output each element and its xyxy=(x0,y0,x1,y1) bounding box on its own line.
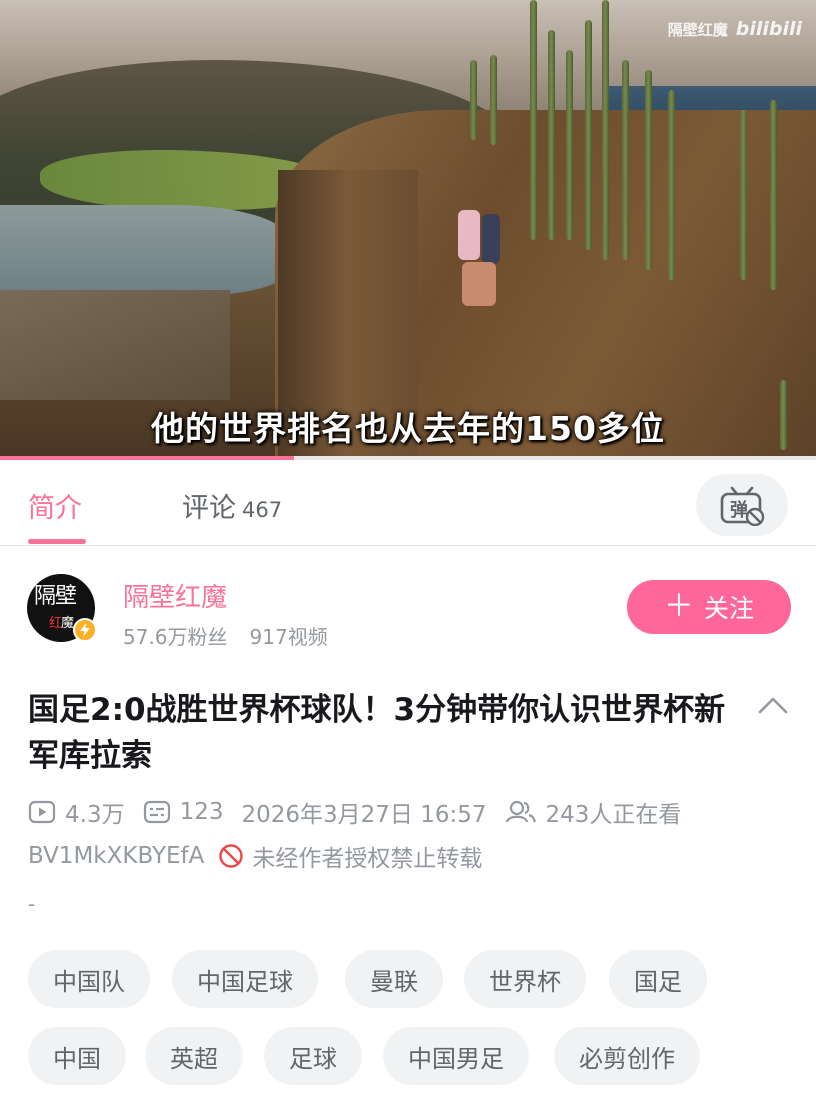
video-watermark: 隔壁红魔 bilibili xyxy=(668,18,802,40)
video-description: - xyxy=(28,892,36,916)
video-scene-cactus xyxy=(602,0,609,260)
uploader-stats: 57.6万粉丝 917视频 xyxy=(123,621,328,650)
video-scene-person-legs xyxy=(462,262,496,306)
bilibili-logo: bilibili xyxy=(735,18,802,40)
avatar-text: 隔壁 xyxy=(34,584,77,609)
publish-time: 2026年3月27日 16:57 xyxy=(241,802,487,828)
danmaku-glyph: 弹 xyxy=(730,499,748,521)
follow-button[interactable]: ＋ 关注 xyxy=(627,580,791,634)
video-scene-cactus xyxy=(645,70,652,270)
tag-chip[interactable]: 中国队 xyxy=(28,950,150,1008)
play-count-icon xyxy=(28,800,56,824)
tab-comments[interactable]: 评论 467 xyxy=(182,486,282,525)
video-title: 国足2:0战胜世界杯球队！3分钟带你认识世界杯新军库拉索 xyxy=(28,692,726,774)
video-scene-cactus xyxy=(622,60,629,260)
video-scene-person xyxy=(482,214,500,264)
lightning-icon xyxy=(80,623,90,637)
video-scene-cactus xyxy=(740,110,747,280)
video-stats-row: 4.3万 123 2026年3月27日 16:57 243人正在看 xyxy=(28,795,699,829)
video-scene-cactus xyxy=(490,55,497,145)
tag-chip[interactable]: 曼联 xyxy=(345,950,443,1008)
uploader-name[interactable]: 隔壁红魔 xyxy=(123,577,227,614)
repost-notice: 未经作者授权禁止转载 xyxy=(218,839,482,873)
video-scene-cactus xyxy=(530,0,537,240)
video-bvid[interactable]: BV1MkXKBYEfA xyxy=(28,843,204,869)
tab-bar: 简介 评论 467 弹 xyxy=(0,460,816,546)
watermark-channel-name: 隔壁红魔 xyxy=(667,20,728,39)
plus-icon: ＋ xyxy=(663,589,694,624)
video-scene-marina xyxy=(0,205,290,295)
danmaku-off-icon: 弹 xyxy=(720,486,765,526)
video-scene-town xyxy=(0,290,230,400)
uploader-followers: 57.6万粉丝 xyxy=(123,625,228,649)
danmaku-count-icon xyxy=(143,800,170,824)
people-icon xyxy=(505,800,536,823)
tag-chip[interactable]: 中国男足 xyxy=(383,1027,529,1085)
tab-comments-count: 467 xyxy=(242,498,283,522)
view-count-value: 4.3万 xyxy=(65,802,125,828)
tag-chip[interactable]: 世界杯 xyxy=(464,950,586,1008)
video-player[interactable]: 隔壁红魔 bilibili 他的世界排名也从去年的150多位 xyxy=(0,0,816,456)
video-scene-cactus xyxy=(585,20,592,250)
video-id-row: BV1MkXKBYEfA 未经作者授权禁止转载 xyxy=(28,839,482,873)
view-count: 4.3万 xyxy=(28,795,125,829)
tab-intro[interactable]: 简介 xyxy=(28,486,82,525)
watching-now: 243人正在看 xyxy=(505,795,682,829)
video-scene-person xyxy=(458,210,480,260)
forbidden-icon xyxy=(219,844,244,868)
danmaku-count-value: 123 xyxy=(179,799,224,825)
uploader-video-count: 917视频 xyxy=(249,625,328,649)
video-scene-cactus xyxy=(548,30,555,240)
tag-chip[interactable]: 中国 xyxy=(28,1027,126,1085)
chevron-up-icon[interactable] xyxy=(756,693,790,719)
danmaku-toggle-button[interactable]: 弹 xyxy=(696,474,788,536)
repost-notice-text: 未经作者授权禁止转载 xyxy=(252,846,483,872)
video-scene-cactus xyxy=(770,100,777,290)
tag-chip[interactable]: 必剪创作 xyxy=(554,1027,700,1085)
watching-now-value: 243人正在看 xyxy=(545,802,682,828)
tab-comments-label: 评论 xyxy=(182,493,236,524)
video-scene-cactus xyxy=(566,50,573,240)
video-subtitle: 他的世界排名也从去年的150多位 xyxy=(151,409,665,448)
tag-chip[interactable]: 国足 xyxy=(609,950,707,1008)
verified-badge xyxy=(73,618,97,642)
tag-chip[interactable]: 英超 xyxy=(145,1027,243,1085)
video-scene-cactus xyxy=(668,90,675,280)
follow-button-label: 关注 xyxy=(703,594,754,623)
tag-chip[interactable]: 中国足球 xyxy=(172,950,318,1008)
video-scene-cactus xyxy=(470,60,477,140)
danmaku-count: 123 xyxy=(143,799,224,825)
tag-chip[interactable]: 足球 xyxy=(264,1027,362,1085)
tab-active-indicator xyxy=(28,539,86,544)
